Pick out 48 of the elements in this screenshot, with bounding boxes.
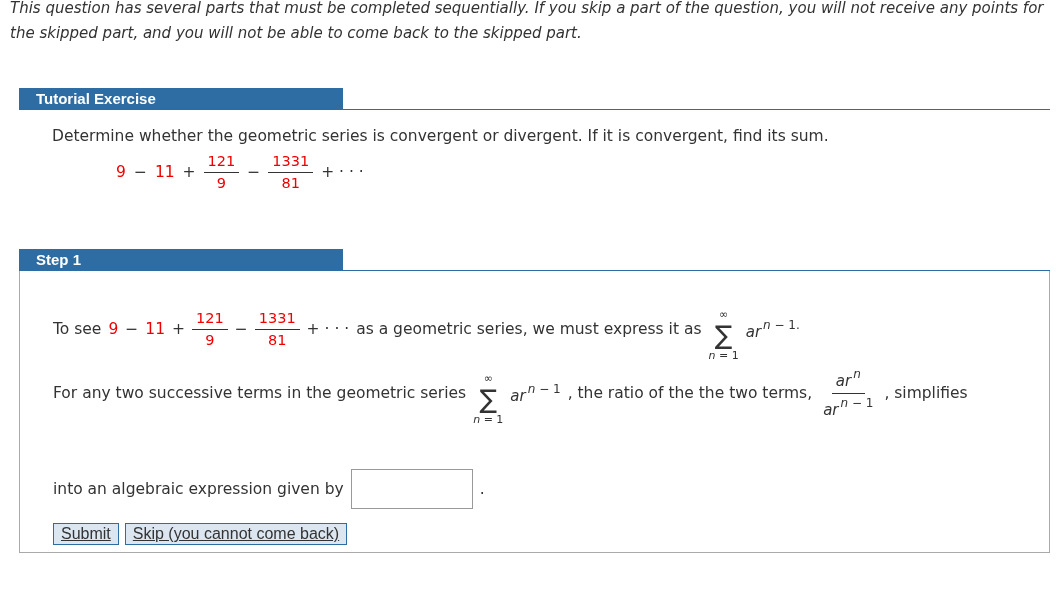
exponent: n bbox=[853, 367, 861, 381]
text: For any two successive terms in the geometric series bbox=[53, 384, 467, 402]
operator: − bbox=[133, 163, 147, 181]
power-base: ar bbox=[835, 372, 852, 390]
operator: + · · · bbox=[321, 163, 364, 181]
given-number: 81 bbox=[267, 332, 287, 348]
given-number: 121 bbox=[207, 153, 236, 169]
sum-lower-limit: n = 1 bbox=[473, 414, 504, 425]
sigma-symbol: ∑ bbox=[714, 320, 733, 350]
section-header: Tutorial Exercise bbox=[19, 88, 343, 109]
text: To see bbox=[53, 320, 102, 338]
exponent: n − 1 bbox=[840, 396, 874, 410]
answer-field[interactable] bbox=[350, 469, 473, 509]
given-number: 11 bbox=[154, 163, 175, 181]
given-number: 9 bbox=[205, 332, 215, 348]
given-number: 9 bbox=[216, 175, 227, 191]
text: , the ratio of the the two terms, bbox=[567, 384, 813, 402]
exponent: n − 1. bbox=[763, 317, 800, 332]
given-number: 81 bbox=[281, 175, 300, 191]
action-button[interactable]: Skip (you cannot come back) bbox=[124, 523, 348, 545]
notice-text: This question has several parts that must be completed sequentially. If you skip a part of the question, you will not receive any points for the skipped part, and you will not be able to come back to the skipped part. bbox=[10, 0, 1045, 44]
sum-upper-limit: ∞ bbox=[719, 309, 729, 320]
given-number: 1331 bbox=[272, 153, 310, 169]
operator: + bbox=[182, 163, 196, 181]
text: into an algebraic expression given by bbox=[53, 480, 344, 498]
sum-lower-limit: n = 1 bbox=[708, 350, 739, 361]
operator: + bbox=[172, 320, 185, 338]
text: as a geometric series, we must express it as bbox=[356, 320, 702, 338]
sigma-symbol: ∑ bbox=[479, 384, 497, 414]
sum-upper-limit: ∞ bbox=[483, 373, 493, 384]
operator: − bbox=[234, 320, 248, 338]
given-number: 11 bbox=[145, 320, 165, 338]
prompt-text: Determine whether the geometric series is convergent or divergent. If it is convergent, find its sum. bbox=[52, 127, 830, 145]
operator: − bbox=[125, 320, 139, 338]
power-base: ar bbox=[823, 401, 839, 419]
exponent: n − 1 bbox=[527, 381, 561, 396]
given-number: 9 bbox=[116, 163, 126, 181]
power-base: ar bbox=[745, 322, 762, 341]
action-button[interactable]: Submit bbox=[53, 523, 119, 545]
operator: + · · · bbox=[306, 320, 350, 338]
given-number: 121 bbox=[196, 310, 224, 326]
step-header: Step 1 bbox=[19, 249, 343, 270]
text: , simplifies bbox=[884, 384, 968, 402]
given-number: 9 bbox=[108, 320, 119, 338]
operator: − bbox=[247, 163, 261, 181]
given-number: 1331 bbox=[258, 310, 296, 326]
text: . bbox=[479, 480, 485, 498]
power-base: ar bbox=[510, 386, 526, 405]
